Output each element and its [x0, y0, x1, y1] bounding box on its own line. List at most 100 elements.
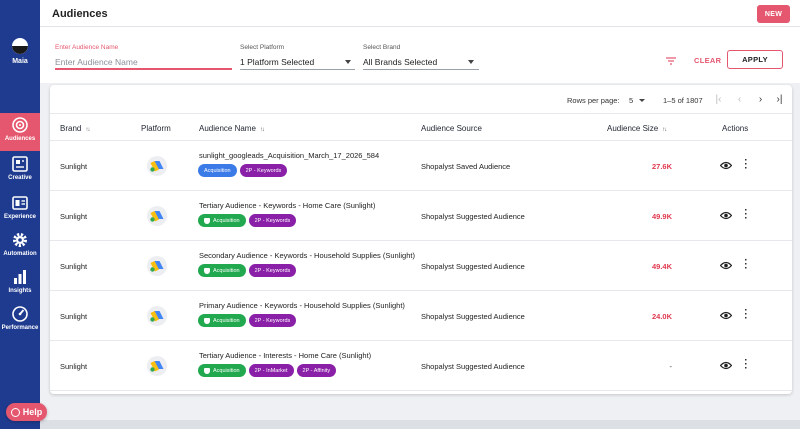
platform-chevron-down-icon[interactable] — [345, 60, 351, 64]
help-icon — [10, 407, 20, 417]
tag-chip: 2P - Keywords — [239, 164, 288, 177]
table-row[interactable]: Sunlight Secondary Audience - Keywords - … — [50, 241, 792, 291]
audience-table-card: Rows per page: 5 1–5 of 1807 |‹ ‹ › ›| B… — [50, 85, 792, 394]
table-row[interactable]: Sunlight Tertiary Audience - Interests - … — [50, 341, 792, 391]
tag-label: 2P - InMarket — [254, 367, 288, 374]
help-label: Help — [22, 407, 43, 417]
google-ads-icon — [150, 361, 164, 372]
clear-button[interactable]: CLEAR — [694, 56, 721, 65]
platform-select[interactable]: 1 Platform Selected — [240, 57, 314, 67]
more-vert-icon[interactable]: · · · — [743, 256, 749, 274]
audience-name-input[interactable]: Enter Audience Name — [55, 57, 138, 67]
brand-cell: Sunlight — [60, 212, 88, 221]
brand-cell: Sunlight — [60, 162, 88, 171]
maia-button[interactable]: Maia — [0, 38, 40, 65]
rows-per-page-label: Rows per page: — [567, 96, 620, 105]
tag-chip: Acquisition — [198, 164, 237, 177]
experience-icon — [12, 196, 28, 210]
tag-label: 2P - Keywords — [254, 317, 291, 324]
tag-list: Acquisition 2P - Keywords — [198, 314, 297, 327]
audience-name-cell[interactable]: Tertiary Audience - Interests - Home Car… — [199, 351, 371, 360]
nav-label-insights: Insights — [8, 288, 32, 294]
eye-icon[interactable] — [720, 361, 732, 370]
page-title: Audiences — [52, 8, 108, 20]
audience-name-label: Enter Audience Name — [55, 44, 119, 51]
col-brand[interactable]: Brand ↑↓ — [60, 124, 90, 133]
brand-chevron-down-icon[interactable] — [468, 60, 474, 64]
audience-source-cell: Shopalyst Suggested Audience — [421, 212, 525, 221]
eye-icon[interactable] — [720, 261, 732, 270]
rows-per-page-select[interactable]: 5 — [629, 96, 633, 105]
google-ads-icon — [150, 261, 164, 272]
audience-source-cell: Shopalyst Suggested Audience — [421, 312, 525, 321]
nav-item-automation[interactable]: Automation — [0, 228, 40, 266]
creative-icon — [12, 156, 28, 172]
brand-select[interactable]: All Brands Selected — [363, 57, 437, 67]
brand-cell: Sunlight — [60, 362, 88, 371]
eye-icon[interactable] — [720, 161, 732, 170]
nav-item-performance[interactable]: Performance — [0, 302, 40, 340]
platform-cell — [147, 206, 167, 226]
more-vert-icon[interactable]: · · · — [743, 156, 749, 174]
maia-label: Maia — [12, 58, 28, 65]
tag-chip: Acquisition — [198, 364, 246, 377]
last-page-icon[interactable]: ›| — [774, 94, 785, 105]
audience-name-cell[interactable]: sunlight_googleads_Acquisition_March_17_… — [199, 151, 379, 160]
more-vert-icon[interactable]: · · · — [743, 356, 749, 374]
table-row[interactable]: Sunlight sunlight_googleads_Acquisition_M… — [50, 141, 792, 191]
audience-name-underline — [55, 68, 232, 70]
nav-label-automation: Automation — [3, 251, 37, 257]
col-audience-name[interactable]: Audience Name ↑↓ — [199, 124, 265, 133]
table-row[interactable]: Sunlight Tertiary Audience - Keywords - H… — [50, 191, 792, 241]
eye-icon[interactable] — [720, 311, 732, 320]
sort-icon[interactable]: ↑↓ — [85, 127, 90, 133]
nav-label-performance: Performance — [1, 325, 39, 331]
header-bar: Audiences NEW — [40, 0, 800, 27]
help-button[interactable]: Help — [6, 403, 47, 421]
table-row[interactable]: Sunlight Primary Audience - Keywords - Ho… — [50, 291, 792, 341]
sidebar: Maia Audiences Creative Experience Autom… — [0, 0, 40, 429]
gear-icon — [13, 233, 27, 247]
eye-icon[interactable] — [720, 211, 732, 220]
sort-icon[interactable]: ↑↓ — [662, 127, 667, 133]
audience-size-cell: 27.6K — [651, 162, 672, 171]
tag-chip: 2P - Affinity — [296, 364, 337, 377]
more-vert-icon[interactable]: · · · — [743, 306, 749, 324]
tag-chip: Acquisition — [198, 264, 246, 277]
col-audience-size[interactable]: Audience Size ↑↓ — [607, 124, 667, 133]
rows-chevron-down-icon[interactable] — [639, 99, 645, 102]
nav-item-experience[interactable]: Experience — [0, 191, 40, 229]
audience-size-cell: 49.9K — [651, 212, 672, 221]
nav-item-audiences[interactable]: Audiences — [0, 113, 40, 151]
tag-label: 2P - Keywords — [245, 167, 282, 174]
audience-name-cell[interactable]: Tertiary Audience - Keywords - Home Care… — [199, 201, 375, 210]
tag-chip: 2P - Keywords — [248, 314, 297, 327]
platform-cell — [147, 356, 167, 376]
google-ads-icon — [150, 211, 164, 222]
first-page-icon[interactable]: |‹ — [713, 94, 724, 105]
more-vert-icon[interactable]: · · · — [743, 206, 749, 224]
tag-list: Acquisition 2P - Keywords — [198, 164, 288, 177]
audience-name-cell[interactable]: Primary Audience - Keywords - Household … — [199, 301, 405, 310]
brand-cell: Sunlight — [60, 312, 88, 321]
tag-label: 2P - Keywords — [254, 267, 291, 274]
next-page-icon[interactable]: › — [755, 94, 766, 105]
nav-item-insights[interactable]: Insights — [0, 265, 40, 303]
new-audience-button[interactable]: NEW — [757, 5, 790, 23]
apply-button[interactable]: APPLY — [727, 50, 783, 69]
tag-chip: 2P - Keywords — [248, 214, 297, 227]
tag-label: Acquisition — [213, 317, 240, 324]
brand-underline — [363, 69, 479, 70]
google-ads-icon — [150, 311, 164, 322]
android-icon — [204, 367, 210, 374]
audience-name-cell[interactable]: Secondary Audience - Keywords - Househol… — [199, 251, 415, 260]
filter-icon[interactable] — [666, 57, 676, 65]
nav-item-creative[interactable]: Creative — [0, 152, 40, 190]
sort-icon[interactable]: ↑↓ — [260, 127, 265, 133]
footer-strip — [40, 420, 800, 429]
prev-page-icon[interactable]: ‹ — [734, 94, 745, 105]
nav-label-experience: Experience — [3, 214, 37, 220]
platform-cell — [147, 306, 167, 326]
tag-chip: 2P - Keywords — [248, 264, 297, 277]
tag-chip: Acquisition — [198, 214, 246, 227]
